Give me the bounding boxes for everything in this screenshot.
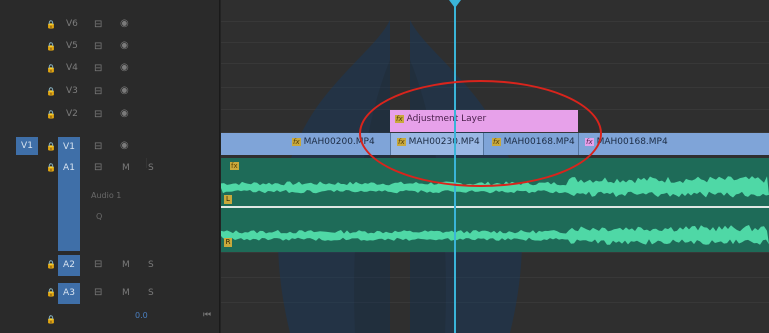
lock-icon[interactable]: 🔒 <box>46 42 56 52</box>
lock-icon[interactable]: 🔒 <box>46 110 56 120</box>
master-volume[interactable]: 0.0 <box>135 311 148 320</box>
lock-icon[interactable]: 🔒 <box>46 64 56 74</box>
lock-icon[interactable]: 🔒 <box>46 87 56 97</box>
track-header-a1: 🔒 A1 ⊟ M S <box>0 158 220 179</box>
video-clip[interactable]: fx MAH00168.MP4 <box>579 133 769 155</box>
track-header-v2: 🔒 V2 ⊟ ◉ <box>0 105 220 126</box>
solo-button[interactable]: S <box>148 260 154 270</box>
lock-icon[interactable]: 🔒 <box>46 163 56 173</box>
track-headers: V1 🔒 V6 ⊟ ◉ 🔒 V5 ⊟ ◉ 🔒 V4 ⊟ ◉ 🔒 V3 ⊟ ◉ 🔒 V2 ⊟ ◉ 🔒 V1 ⊟ ◉ 🔒 A1 ⊟ M S A… <box>0 0 220 333</box>
eye-icon[interactable]: ◉ <box>120 19 129 29</box>
mute-button[interactable]: M <box>122 288 130 298</box>
clip-name: MAH00168.MP4 <box>596 137 668 147</box>
solo-button[interactable]: S <box>148 163 154 173</box>
sync-lock-icon[interactable]: ⊟ <box>94 87 102 97</box>
track-name-a1[interactable]: A1 <box>58 158 80 179</box>
voice-over-record-icon[interactable]: Q <box>96 212 102 221</box>
track-name-a3[interactable]: A3 <box>58 283 80 304</box>
track-divider <box>221 21 769 22</box>
eye-icon[interactable]: ◉ <box>120 41 129 51</box>
mute-button[interactable]: M <box>122 260 130 270</box>
solo-button[interactable]: S <box>148 288 154 298</box>
track-name-v1[interactable]: V1 <box>58 137 80 158</box>
sync-lock-icon[interactable]: ⊟ <box>94 110 102 120</box>
sync-lock-icon[interactable]: ⊟ <box>94 163 102 173</box>
track-name-v6[interactable]: V6 <box>66 19 78 29</box>
track-name-v4[interactable]: V4 <box>66 63 78 73</box>
sync-lock-icon[interactable]: ⊟ <box>94 42 102 52</box>
track-divider <box>221 42 769 43</box>
lock-icon[interactable]: 🔒 <box>46 315 56 325</box>
track-header-a2: 🔒 A2 ⊟ M S <box>0 255 220 276</box>
go-to-end-icon[interactable]: ⏮ <box>203 310 211 320</box>
track-header-v6: 🔒 V6 ⊟ ◉ <box>0 15 220 36</box>
track-header-v1: 🔒 V1 ⊟ ◉ <box>0 137 220 158</box>
timeline-panel: fx Adjustment Layer fx MAH00200.MP4 fx MAH0… <box>0 0 769 333</box>
lock-icon[interactable]: 🔒 <box>46 142 56 152</box>
track-header-v3: 🔒 V3 ⊟ ◉ <box>0 82 220 103</box>
sync-lock-icon[interactable]: ⊟ <box>94 64 102 74</box>
eye-icon[interactable]: ◉ <box>120 86 129 96</box>
fx-icon: fx <box>230 162 239 170</box>
track-header-v4: 🔒 V4 ⊟ ◉ <box>0 59 220 80</box>
track-name-v3[interactable]: V3 <box>66 86 78 96</box>
lock-icon[interactable]: 🔒 <box>46 260 56 270</box>
track-header-v5: 🔒 V5 ⊟ ◉ <box>0 37 220 58</box>
sync-lock-icon[interactable]: ⊟ <box>94 142 102 152</box>
left-channel-label: L <box>224 195 232 204</box>
lock-icon[interactable]: 🔒 <box>46 20 56 30</box>
track-divider <box>221 302 769 303</box>
track-divider <box>221 252 769 253</box>
lock-icon[interactable]: 🔒 <box>46 288 56 298</box>
right-channel-label: R <box>224 238 232 247</box>
track-name-v2[interactable]: V2 <box>66 109 78 119</box>
track-divider <box>221 277 769 278</box>
eye-icon[interactable]: ◉ <box>120 63 129 73</box>
sync-lock-icon[interactable]: ⊟ <box>94 20 102 30</box>
sync-lock-icon[interactable]: ⊟ <box>94 260 102 270</box>
track-name-a2[interactable]: A2 <box>58 255 80 276</box>
track-name-v5[interactable]: V5 <box>66 41 78 51</box>
track-label: Audio 1 <box>91 191 122 200</box>
sync-lock-icon[interactable]: ⊟ <box>94 288 102 298</box>
annotation-ellipse <box>359 80 602 187</box>
eye-icon[interactable]: ◉ <box>120 141 129 151</box>
track-divider <box>221 63 769 64</box>
track-header-a3: 🔒 A3 ⊟ M S <box>0 283 220 304</box>
eye-icon[interactable]: ◉ <box>120 109 129 119</box>
mute-button[interactable]: M <box>122 163 130 173</box>
fx-icon: fx <box>292 138 301 146</box>
